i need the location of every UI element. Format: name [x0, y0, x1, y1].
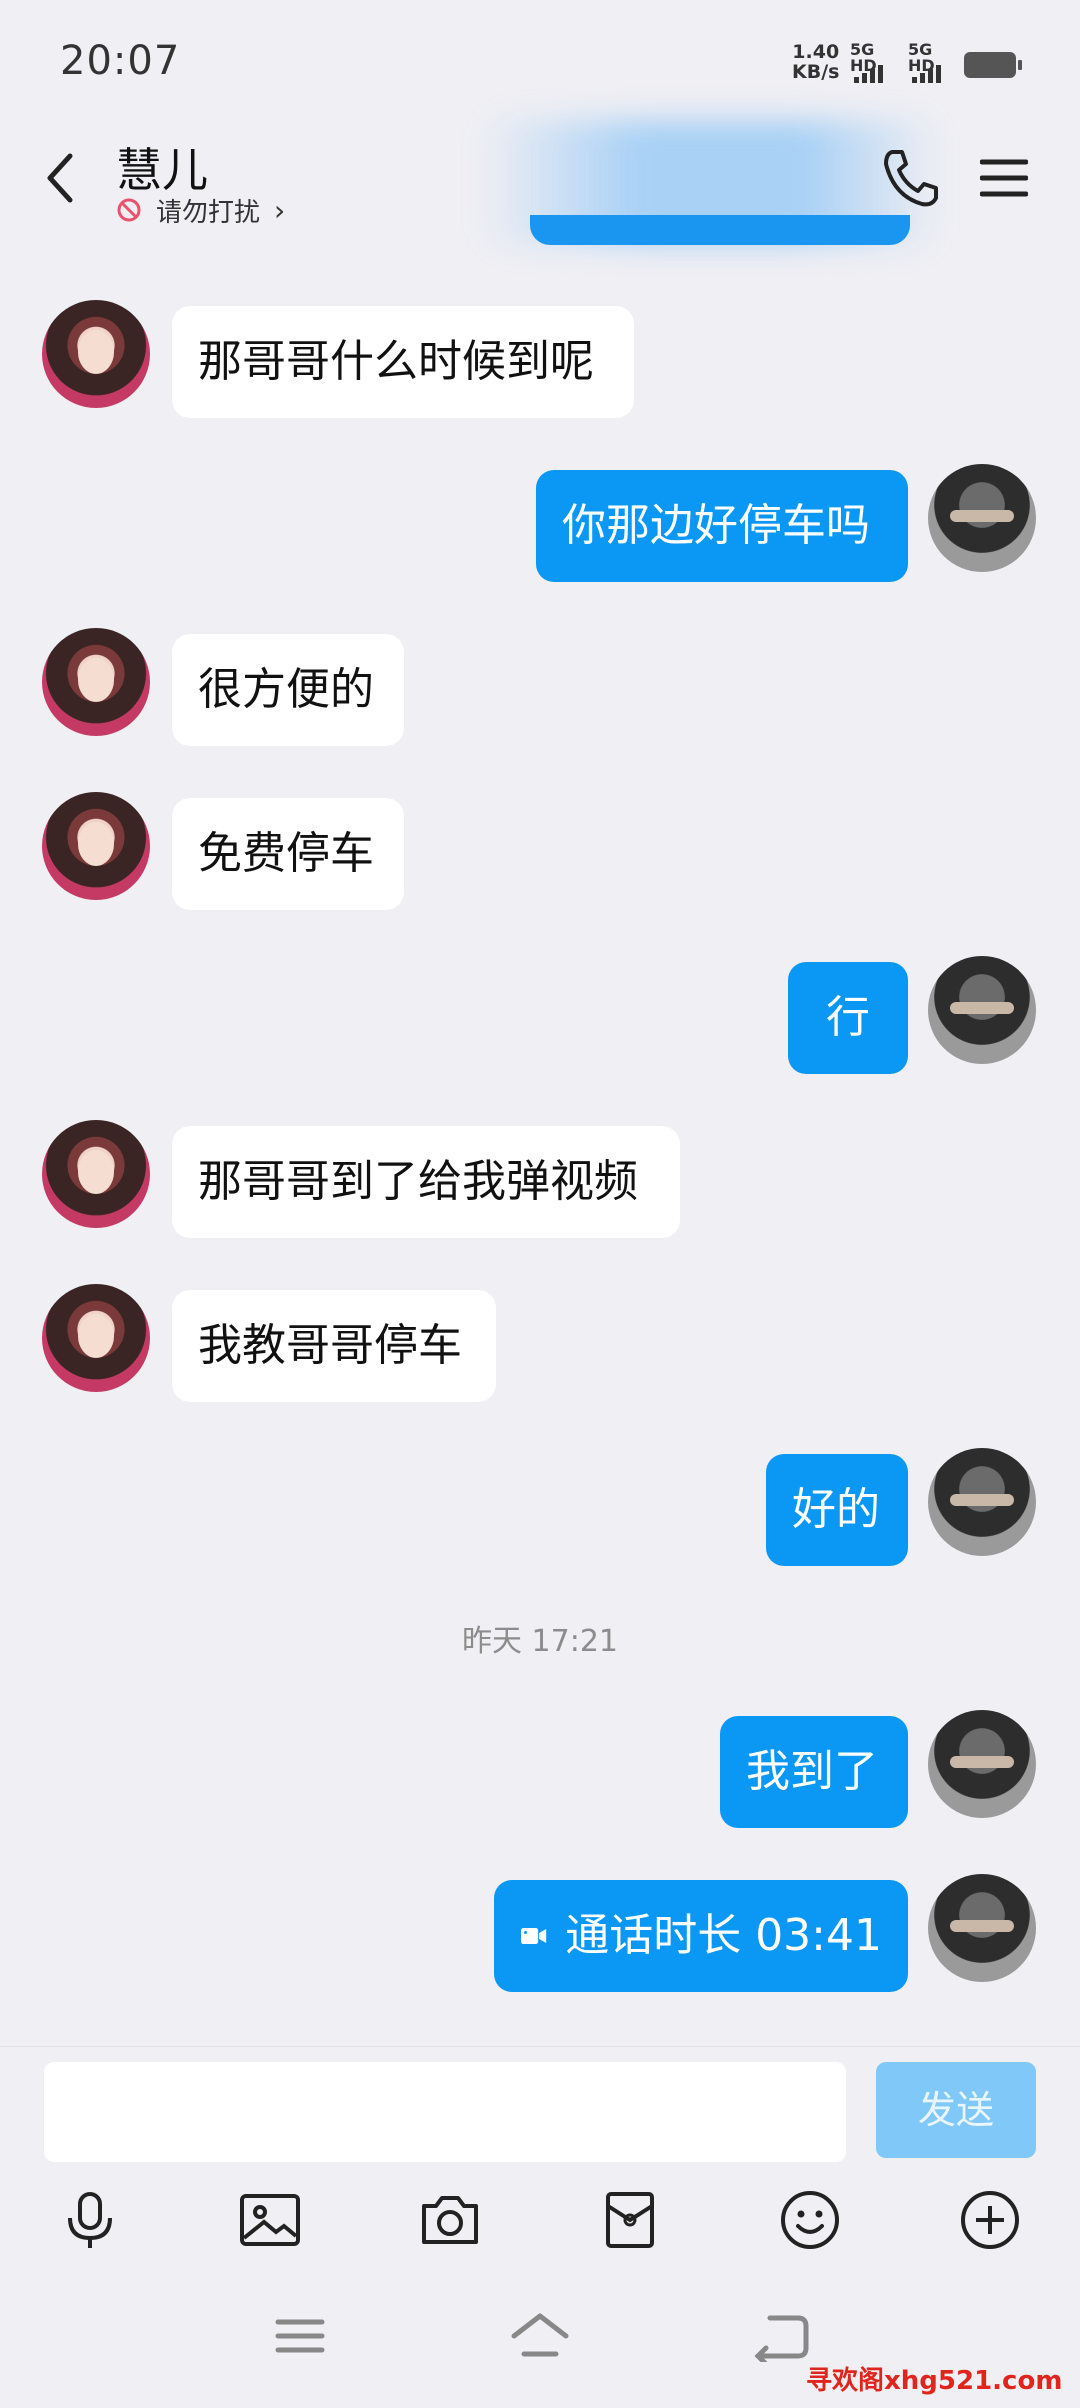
contact-avatar[interactable] — [42, 792, 150, 900]
status-time: 20:07 — [60, 38, 181, 84]
contact-avatar[interactable] — [42, 1120, 150, 1228]
do-not-disturb-icon — [117, 198, 141, 222]
chat-header: 慧儿 请勿打扰 › — [0, 120, 1080, 245]
message-bubble-incoming[interactable]: 很方便的 — [172, 634, 404, 746]
message-timestamp: 昨天 17:21 — [462, 1624, 618, 1659]
message-bubble-incoming[interactable]: 免费停车 — [172, 798, 404, 910]
video-call-record-bubble[interactable]: 通话时长 03:41 — [494, 1880, 908, 1992]
chevron-right-icon: › — [274, 193, 286, 227]
message-input[interactable] — [44, 2062, 846, 2162]
net-speed-unit: KB/s — [792, 61, 840, 83]
battery-icon — [964, 52, 1022, 78]
back-arrow-icon[interactable] — [40, 148, 84, 208]
signal-sim2-icon: 5G HD — [908, 42, 964, 84]
camera-icon[interactable] — [418, 2188, 482, 2252]
my-avatar[interactable] — [928, 1710, 1036, 1818]
dnd-label: 请勿打扰 — [156, 197, 261, 228]
message-bubble-outgoing[interactable]: 你那边好停车吗 — [536, 470, 908, 582]
contact-avatar[interactable] — [42, 628, 150, 736]
menu-nav-icon[interactable] — [270, 2310, 330, 2362]
message-bubble-incoming[interactable]: 那哥哥到了给我弹视频 — [172, 1126, 680, 1238]
scrolled-bubble-edge — [530, 215, 910, 245]
my-avatar[interactable] — [928, 1874, 1036, 1982]
my-avatar[interactable] — [928, 464, 1036, 572]
plus-icon[interactable] — [958, 2188, 1022, 2252]
my-avatar[interactable] — [928, 1448, 1036, 1556]
message-bubble-incoming[interactable]: 我教哥哥停车 — [172, 1290, 496, 1402]
emoji-icon[interactable] — [778, 2188, 842, 2252]
my-avatar[interactable] — [928, 956, 1036, 1064]
home-nav-icon[interactable] — [510, 2310, 570, 2362]
video-camera-icon — [521, 1927, 547, 1945]
back-nav-icon[interactable] — [752, 2310, 812, 2362]
contact-avatar[interactable] — [42, 300, 150, 408]
call-duration-text: 通话时长 03:41 — [565, 1910, 882, 1961]
microphone-icon[interactable] — [58, 2188, 122, 2252]
phone-call-icon[interactable] — [880, 146, 938, 210]
signal-sim1-icon: 5G HD — [850, 42, 906, 84]
status-bar: 20:07 1.40 KB/s 5G HD 5G HD — [0, 0, 1080, 120]
send-button[interactable]: 发送 — [876, 2062, 1036, 2158]
message-bubble-incoming[interactable]: 那哥哥什么时候到呢 — [172, 306, 634, 418]
dnd-status[interactable]: 请勿打扰 › — [116, 190, 285, 230]
red-packet-icon[interactable] — [598, 2188, 662, 2252]
image-icon[interactable] — [238, 2188, 302, 2252]
menu-icon[interactable] — [980, 156, 1028, 200]
net-speed: 1.40 KB/s — [792, 42, 839, 82]
watermark-text: 寻欢阁xhg521.com — [806, 2366, 1063, 2396]
contact-avatar[interactable] — [42, 1284, 150, 1392]
message-bubble-outgoing[interactable]: 行 — [788, 962, 908, 1074]
net-speed-value: 1.40 — [792, 41, 840, 63]
divider — [0, 2046, 1080, 2047]
message-bubble-outgoing[interactable]: 好的 — [766, 1454, 908, 1566]
message-bubble-outgoing[interactable]: 我到了 — [720, 1716, 908, 1828]
